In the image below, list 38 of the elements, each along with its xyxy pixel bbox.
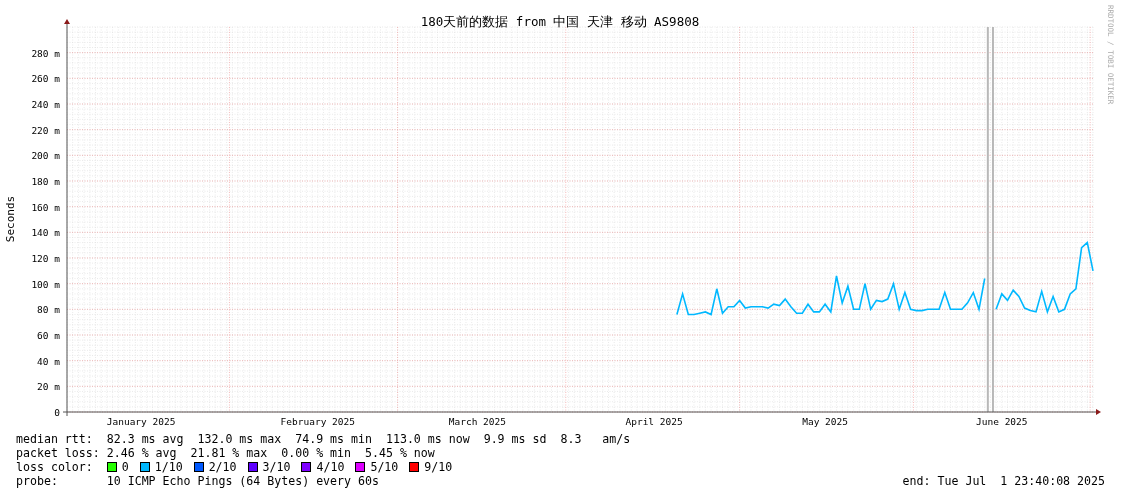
legend-text: 10 ICMP Echo Pings (64 Bytes) every 60s (106, 474, 379, 488)
legend-text: 5/10 (370, 460, 399, 474)
tick-label: 40 m (37, 355, 60, 367)
tick-label: 160 m (31, 201, 60, 213)
tick-label: 180 m (31, 176, 60, 187)
tick-label: 280 m (31, 47, 60, 59)
tick-label: March 2025 (448, 416, 506, 427)
tick-label: 140 m (31, 227, 60, 239)
tick-label: 60 m (37, 330, 60, 341)
tick-label: June 2025 (976, 416, 1028, 427)
tick-label: 0 (54, 407, 60, 418)
legend-text: 9/10 (424, 460, 453, 474)
tick-label: 240 m (31, 99, 60, 110)
tick-label: May 2025 (802, 416, 848, 427)
tick-label: 120 m (31, 253, 60, 264)
tick-label: January 2025 (106, 416, 176, 427)
end-time: end: Tue Jul 1 23:40:08 2025 (902, 474, 1105, 488)
legend-label: probe: (16, 474, 59, 488)
legend-text: 2.46 % avg 21.81 % max 0.00 % min 5.45 % now (106, 446, 435, 460)
tick-label: 260 m (31, 73, 60, 85)
legend-label: loss color: (16, 460, 94, 474)
legend-text: 3/10 (262, 460, 291, 474)
legend-label: packet loss: (16, 446, 101, 460)
tick-label: 220 m (31, 124, 60, 136)
tick-label: 20 m (37, 381, 60, 393)
legend-text: 4/10 (316, 460, 345, 474)
tick-label: April 2025 (625, 416, 683, 427)
chart-title: 180天前的数据 from 中国 天津 移动 AS9808 (420, 14, 700, 29)
legend-label: median rtt: (16, 432, 94, 446)
legend-text: 0 (121, 460, 129, 474)
tick-label: February 2025 (280, 416, 355, 427)
legend-text: 1/10 (154, 460, 183, 474)
tick-label: 80 m (37, 304, 60, 316)
legend-text: 82.3 ms avg 132.0 ms max 74.9 ms min 113.0 ms now 9.9 ms sd 8.3 am/s (106, 432, 631, 446)
legend-text: 2/10 (208, 460, 237, 474)
tick-label: 100 m (31, 278, 60, 290)
axis-label: Seconds (4, 195, 17, 243)
tick-label: 200 m (31, 150, 60, 162)
